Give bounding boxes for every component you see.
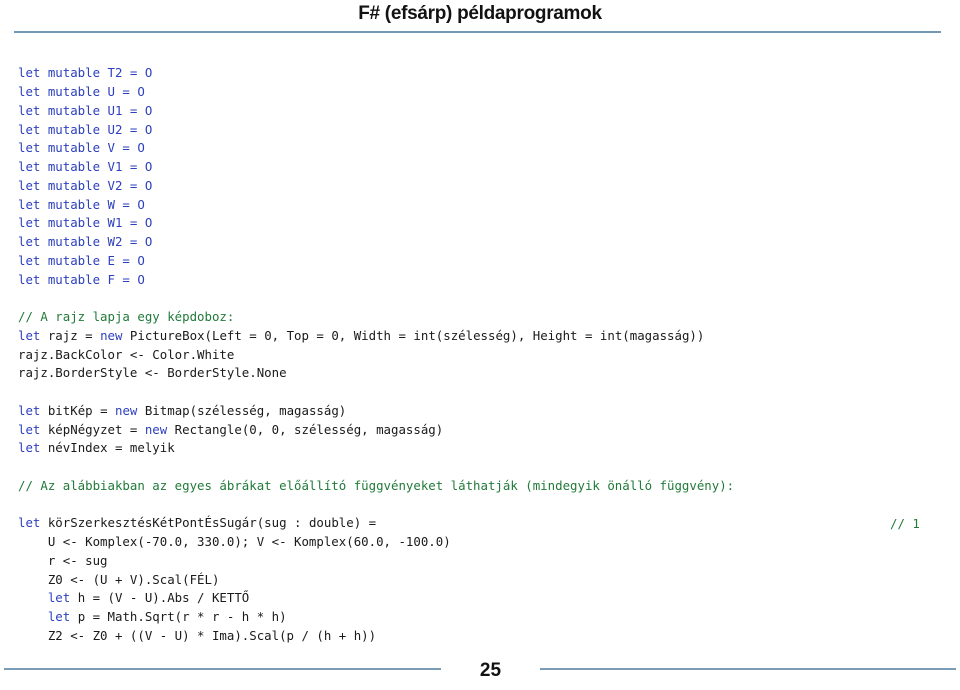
code-line-declaration: let mutable W = O <box>18 197 145 212</box>
code-line-declaration: let mutable E = O <box>18 253 145 268</box>
page-header: F# (efsárp) példaprogramok <box>0 0 960 40</box>
code-line-borderstyle: rajz.BorderStyle <- BorderStyle.None <box>18 365 287 380</box>
body-statement: r <- sug <box>18 552 108 568</box>
keyword-let: let <box>18 421 41 437</box>
code-comment-functions: // Az alábbiakban az egyes ábrákat előál… <box>18 478 734 493</box>
code-block: let mutable T2 = O let mutable U = O let… <box>18 64 948 645</box>
keyword-let: let <box>47 590 71 606</box>
keyword-let-mutable: let mutable W = O <box>18 196 145 212</box>
keyword-let-mutable: let mutable U = O <box>18 84 145 100</box>
code-line-declaration: let mutable U1 = O <box>18 103 152 118</box>
code-line-declaration: let mutable U = O <box>18 84 145 99</box>
footer-divider-right <box>540 668 956 670</box>
comment-text: // A rajz lapja egy képdoboz: <box>18 309 235 325</box>
keyword-let-mutable: let mutable V1 = O <box>18 159 153 175</box>
code-line-backcolor: rajz.BackColor <- Color.White <box>18 347 234 362</box>
code-line-declaration: let mutable V1 = O <box>18 159 152 174</box>
code-line-bitmap: let bitKép = new Bitmap(szélesség, magas… <box>18 403 346 418</box>
keyword-let: let <box>18 515 41 531</box>
nevindex-assignment: névIndex = melyik <box>40 440 175 456</box>
keyword-let: let <box>18 327 41 343</box>
keyword-let-mutable: let mutable V2 = O <box>18 177 153 193</box>
bitmap-arguments: Bitmap(szélesség, magasság) <box>137 402 347 418</box>
keyword-let-mutable: let mutable U2 = O <box>18 121 153 137</box>
comment-text: // Az alábbiakban az egyes ábrákat előál… <box>18 477 735 493</box>
page-title: F# (efsárp) példaprogramok <box>358 3 602 24</box>
page-footer: 25 <box>0 644 960 690</box>
code-line-declaration: let mutable W1 = O <box>18 215 152 230</box>
code-line-declaration: let mutable U2 = O <box>18 122 152 137</box>
code-line-rectangle: let képNégyzet = new Rectangle(0, 0, szé… <box>18 422 443 437</box>
keyword-let: let <box>18 440 41 456</box>
code-line-body: U <- Komplex(-70.0, 330.0); V <- Komplex… <box>18 534 451 549</box>
body-statement: Z2 <- Z0 + ((V - U) * Ima).Scal(p / (h +… <box>18 627 377 643</box>
code-line-nevindex: let névIndex = melyik <box>18 440 175 455</box>
body-statement: U <- Komplex(-70.0, 330.0); V <- Komplex… <box>18 534 451 550</box>
rectangle-arguments: Rectangle(0, 0, szélesség, magasság) <box>167 421 444 437</box>
code-line-body: Z0 <- (U + V).Scal(FÉL) <box>18 571 220 587</box>
body-statement: Z0 <- (U + V).Scal(FÉL) <box>18 571 220 587</box>
keyword-let-mutable: let mutable W1 = O <box>18 215 153 231</box>
keyword-let: let <box>18 402 41 418</box>
code-line-declaration: let mutable W2 = O <box>18 234 152 249</box>
code-line-body: let p = Math.Sqrt(r * r - h * h) <box>18 609 287 624</box>
keyword-let-mutable: let mutable V = O <box>18 140 145 156</box>
code-line-function-signature: let körSzerkesztésKétPontÉsSugár(sug : d… <box>18 515 920 531</box>
code-line-declaration: let mutable V = O <box>18 140 145 155</box>
keyword-let-mutable: let mutable T2 = O <box>18 65 153 81</box>
code-line-body: Z2 <- Z0 + ((V - U) * Ima).Scal(p / (h +… <box>18 628 376 643</box>
keyword-let-mutable: let mutable F = O <box>18 271 145 287</box>
code-line-body: r <- sug <box>18 553 108 568</box>
code-comment-picturebox: // A rajz lapja egy képdoboz: <box>18 309 234 324</box>
code-line-declaration: let mutable F = O <box>18 272 145 287</box>
keyword-new: new <box>100 327 123 343</box>
code-line-declaration: let mutable T2 = O <box>18 65 152 80</box>
page-number: 25 <box>479 660 502 681</box>
keyword-new: new <box>144 421 168 437</box>
header-divider <box>14 31 941 33</box>
identifier-rajz: rajz = <box>40 327 101 343</box>
code-line-picturebox: let rajz = new PictureBox(Left = 0, Top … <box>18 328 704 343</box>
footer-divider-left <box>4 668 441 670</box>
keyword-let-mutable: let mutable W2 = O <box>18 234 153 250</box>
keyword-new: new <box>115 402 138 418</box>
borderstyle-assignment: rajz.BorderStyle <- BorderStyle.None <box>18 365 287 381</box>
body-statement: h = (V - U).Abs / KETTŐ <box>70 590 250 606</box>
keyword-let-mutable: let mutable E = O <box>18 252 145 268</box>
code-line-declaration: let mutable V2 = O <box>18 178 152 193</box>
code-line-body: let h = (V - U).Abs / KETTŐ <box>18 590 249 605</box>
body-indent <box>18 590 48 605</box>
code-listing: let mutable T2 = O let mutable U = O let… <box>18 52 948 658</box>
function-signature: körSzerkesztésKétPontÉsSugár(sug : doubl… <box>40 515 377 531</box>
keyword-let-mutable: let mutable U1 = O <box>18 102 153 118</box>
identifier-kepnegyzet: képNégyzet = <box>40 421 145 437</box>
identifier-bitkep: bitKép = <box>40 402 115 418</box>
picturebox-arguments: PictureBox(Left = 0, Top = 0, Width = in… <box>122 327 705 343</box>
body-indent <box>18 609 48 624</box>
backcolor-assignment: rajz.BackColor <- Color.White <box>18 346 235 362</box>
body-statement: p = Math.Sqrt(r * r - h * h) <box>70 609 287 625</box>
keyword-let: let <box>47 609 71 625</box>
comment-function-index: // 1 <box>890 516 920 532</box>
